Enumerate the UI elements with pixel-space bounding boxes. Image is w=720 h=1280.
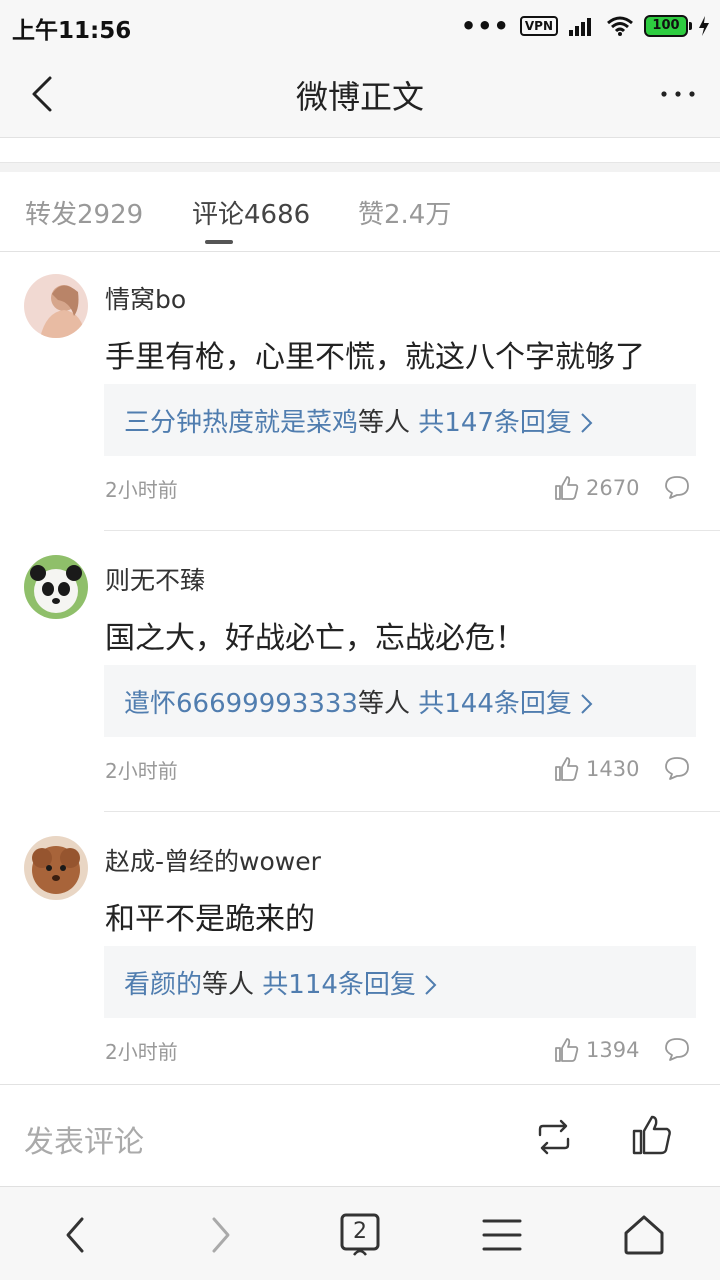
active-tab-indicator [205,240,233,244]
notification-dots-icon: ••• [460,12,510,40]
signal-icon [569,18,591,36]
thumbs-up-icon [555,757,579,781]
comment-item: 赵成-曾经的wower 和平不是跪来的 看颜的等人 共114条回复 2小时前 1… [0,814,720,1084]
reply-suffix: 等人 [202,970,255,1000]
comment-icon[interactable] [664,474,690,500]
comment-username[interactable]: 则无不臻 [105,561,205,597]
divider [104,530,720,531]
reply-suffix: 等人 [357,689,410,719]
browser-forward-button[interactable] [196,1211,244,1259]
tab-bar: 转发2929 评论4686 赞2.4万 [0,172,720,252]
page-title: 微博正文 [295,78,424,116]
comment-icon[interactable] [664,755,690,781]
more-button[interactable] [656,72,700,116]
reply-count[interactable]: 共114条回复 [262,970,416,1000]
reply-username[interactable]: 看颜的 [124,970,202,1000]
vpn-badge: VPN [519,16,558,36]
like-count: 1430 [586,757,640,781]
like-button[interactable]: 2670 [554,474,639,502]
comment-item: 则无不臻 国之大，好战必亡，忘战必危！ 遣怀66699993333等人 共144… [0,533,720,813]
comment-bar: 发表评论 [0,1084,720,1186]
comment-time: 2小时前 [105,1040,178,1064]
wifi-icon [607,16,633,36]
repost-button[interactable] [532,1115,576,1159]
chevron-right-icon [581,694,593,714]
thumbs-up-icon [555,1038,579,1062]
comment-item: 情窝bo 手里有枪，心里不慌，就这八个字就够了 三分钟热度就是菜鸡等人 共147… [0,252,720,532]
browser-tabs-button[interactable]: 2 [336,1211,384,1259]
comment-text: 国之大，好战必亡，忘战必危！ [105,621,525,656]
chevron-right-icon [425,975,437,995]
tab-comments[interactable]: 评论4686 [192,194,310,231]
browser-toolbar: 2 [0,1186,720,1280]
thumbs-up-icon [555,476,579,500]
comment-username[interactable]: 情窝bo [105,280,186,316]
reply-count[interactable]: 共144条回复 [418,689,572,719]
status-bar: 上午11:56 ••• VPN 100 [0,0,720,50]
comment-input[interactable]: 发表评论 [24,1117,144,1161]
like-count: 1394 [586,1038,640,1062]
like-count: 2670 [586,476,640,500]
nav-bar: 微博正文 [0,50,720,138]
avatar[interactable] [24,274,88,338]
comment-text: 和平不是跪来的 [105,902,315,937]
browser-back-button[interactable] [52,1211,100,1259]
comment-username[interactable]: 赵成-曾经的wower [105,842,321,878]
avatar[interactable] [24,836,88,900]
like-post-button[interactable] [630,1113,674,1157]
chevron-right-icon [581,413,593,433]
menu-icon[interactable] [478,1211,526,1259]
reply-summary[interactable]: 遣怀66699993333等人 共144条回复 [104,665,696,737]
charging-icon [699,16,709,36]
divider [104,811,720,812]
tab-count: 2 [353,1219,367,1244]
tab-likes[interactable]: 赞2.4万 [358,194,451,231]
status-icons: ••• VPN 100 [461,12,710,40]
home-icon[interactable] [620,1211,668,1259]
comment-time: 2小时前 [105,759,178,783]
reply-summary[interactable]: 三分钟热度就是菜鸡等人 共147条回复 [104,384,696,456]
reply-count[interactable]: 共147条回复 [418,408,572,438]
like-button[interactable]: 1394 [554,1036,639,1064]
reply-summary[interactable]: 看颜的等人 共114条回复 [104,946,696,1018]
comment-text: 手里有枪，心里不慌，就这八个字就够了 [105,340,645,375]
battery-icon: 100 [644,15,692,37]
comment-time: 2小时前 [105,478,178,502]
tab-reposts[interactable]: 转发2929 [25,194,143,231]
comment-icon[interactable] [664,1036,690,1062]
reply-username[interactable]: 遣怀66699993333 [124,689,358,719]
avatar[interactable] [24,555,88,619]
reply-suffix: 等人 [358,408,411,438]
like-button[interactable]: 1430 [554,755,639,783]
battery-level: 100 [652,18,680,33]
reply-username[interactable]: 三分钟热度就是菜鸡 [124,408,358,438]
section-divider [0,162,720,172]
status-time: 上午11:56 [12,18,132,44]
